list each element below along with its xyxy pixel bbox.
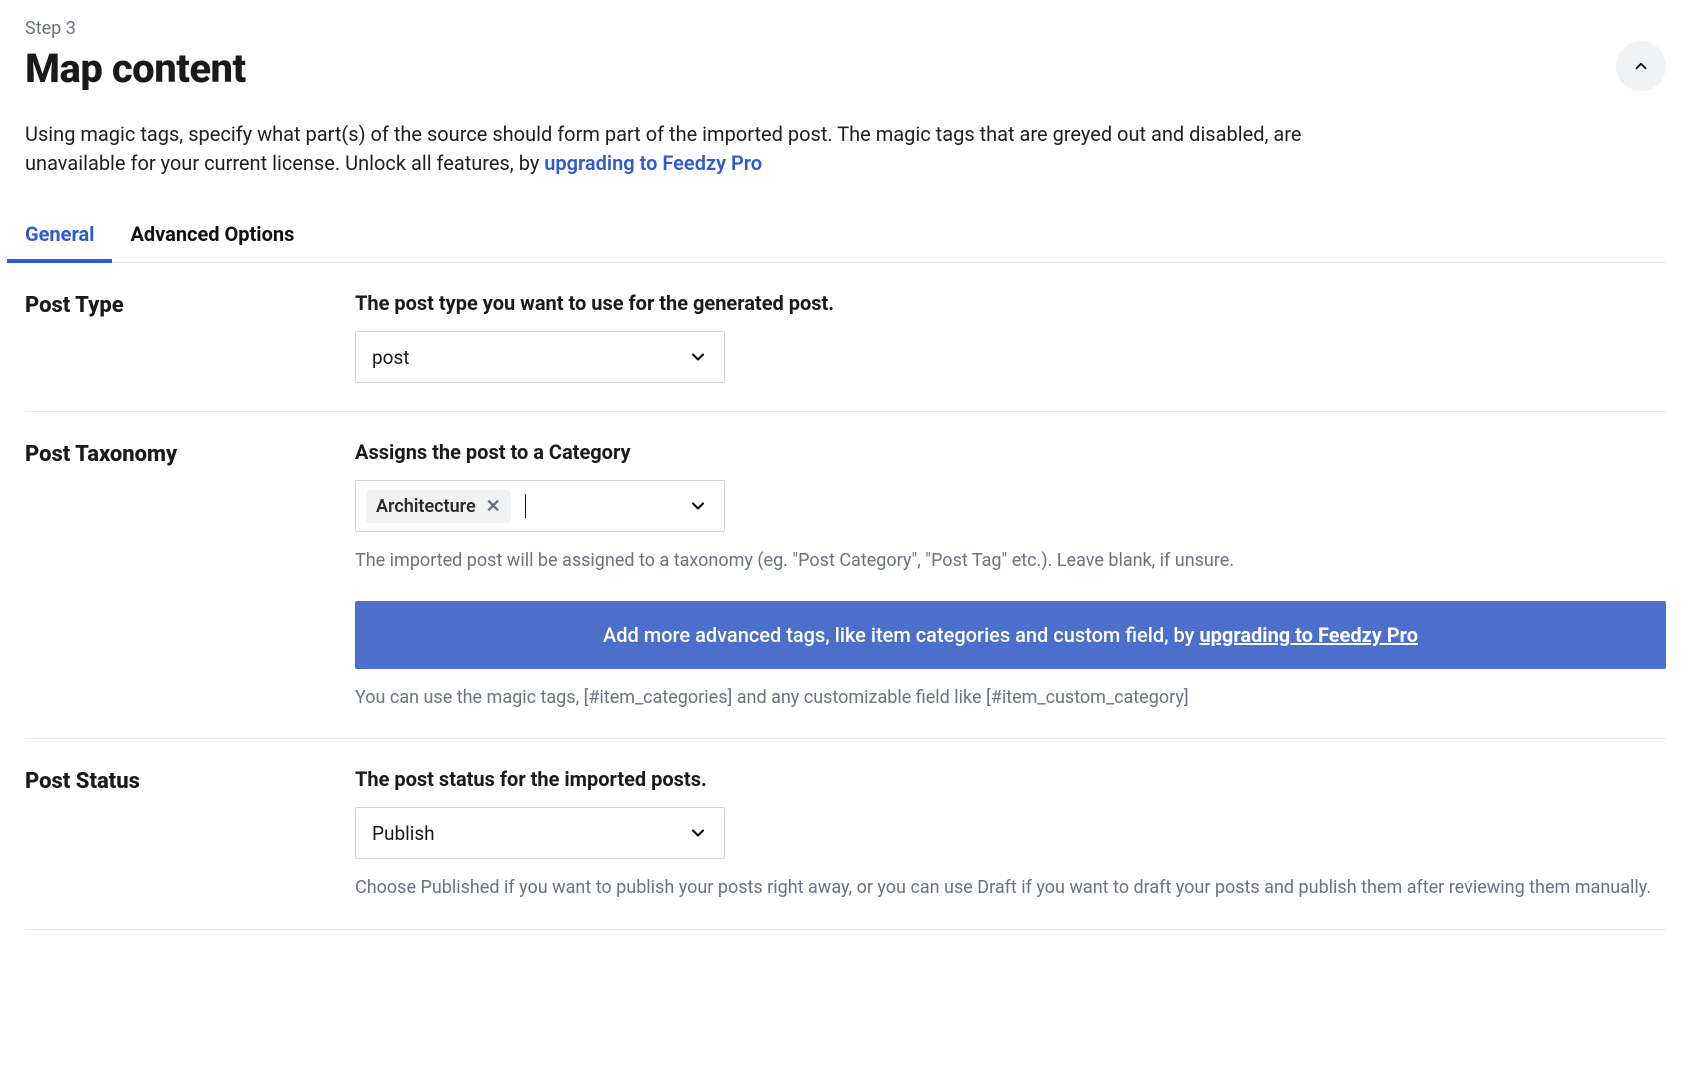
taxonomy-tag-label: Architecture: [376, 496, 476, 517]
taxonomy-tag-chip: Architecture ✕: [366, 490, 511, 523]
tabs: General Advanced Options: [25, 212, 1666, 263]
post-taxonomy-field-title: Assigns the post to a Category: [355, 440, 1666, 464]
chevron-down-icon: [688, 347, 708, 367]
post-type-label: Post Type: [25, 291, 355, 383]
banner-upgrade-link[interactable]: upgrading to Feedzy Pro: [1199, 623, 1418, 647]
tab-advanced-options[interactable]: Advanced Options: [130, 212, 294, 262]
post-status-field-title: The post status for the imported posts.: [355, 767, 1666, 791]
post-type-select[interactable]: post: [355, 331, 725, 383]
chevron-up-icon: [1632, 57, 1650, 75]
collapse-button[interactable]: [1616, 41, 1666, 91]
upgrade-link[interactable]: upgrading to Feedzy Pro: [544, 151, 762, 175]
post-taxonomy-helper: The imported post will be assigned to a …: [355, 548, 1666, 573]
intro-text: Using magic tags, specify what part(s) o…: [25, 120, 1335, 178]
chevron-down-icon: [688, 496, 708, 516]
text-cursor: [525, 494, 526, 518]
post-status-value: Publish: [372, 822, 435, 845]
post-taxonomy-select[interactable]: Architecture ✕: [355, 480, 725, 532]
row-post-taxonomy: Post Taxonomy Assigns the post to a Cate…: [25, 412, 1666, 739]
post-status-select[interactable]: Publish: [355, 807, 725, 859]
row-post-status: Post Status The post status for the impo…: [25, 739, 1666, 929]
post-type-field-title: The post type you want to use for the ge…: [355, 291, 1666, 315]
remove-tag-button[interactable]: ✕: [486, 496, 501, 517]
tab-general[interactable]: General: [25, 212, 94, 262]
post-status-label: Post Status: [25, 767, 355, 900]
chevron-down-icon: [688, 823, 708, 843]
step-label: Step 3: [25, 18, 1666, 39]
post-taxonomy-helper-2: You can use the magic tags, [#item_categ…: [355, 685, 1666, 710]
post-taxonomy-label: Post Taxonomy: [25, 440, 355, 710]
page-title: Map content: [25, 45, 246, 92]
row-post-type: Post Type The post type you want to use …: [25, 263, 1666, 412]
post-status-helper: Choose Published if you want to publish …: [355, 875, 1666, 900]
upgrade-banner: Add more advanced tags, like item catego…: [355, 601, 1666, 669]
post-type-value: post: [372, 346, 410, 369]
banner-text: Add more advanced tags, like item catego…: [603, 623, 1199, 647]
